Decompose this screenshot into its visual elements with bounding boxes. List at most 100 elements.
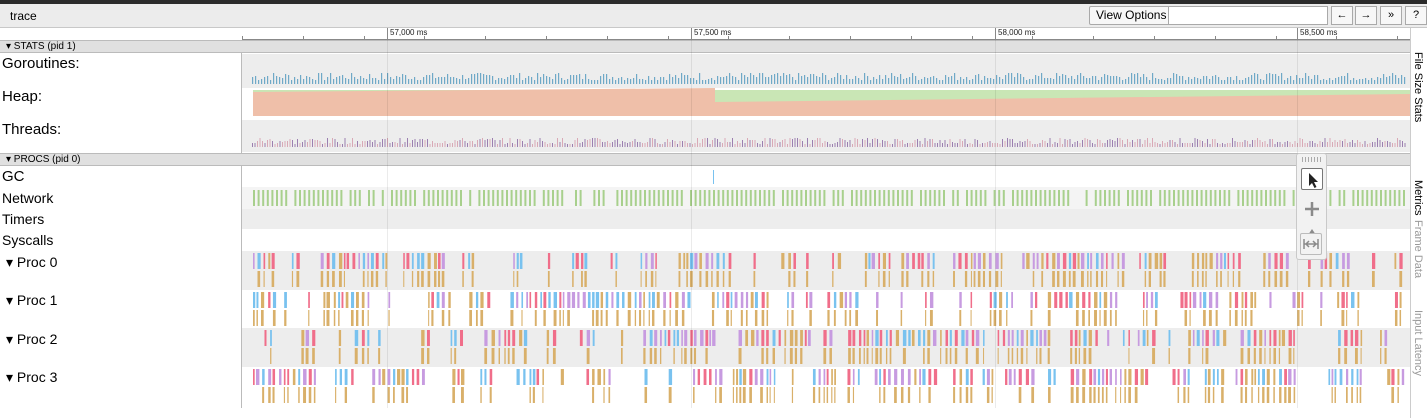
tab-input-latency[interactable]: Input Latency [1412,310,1424,376]
proc-slice [749,369,753,385]
goroutine-count-bar [1011,73,1013,84]
proc-slice [921,253,924,269]
proc0-label[interactable]: ▾ Proc 0 [0,254,242,271]
proc-sub-slice [272,310,276,326]
goroutine-count-bar [1188,77,1190,84]
goroutine-count-bar [552,79,554,84]
proc-sub-slice [434,271,437,287]
help-button[interactable]: ? [1405,6,1427,25]
proc-sub-slice [603,387,605,403]
proc-slice [397,369,401,385]
goroutine-count-bar [1401,75,1403,84]
proc-sub-slice [367,348,369,364]
proc-slice [460,369,465,385]
proc-slice [1059,292,1063,308]
proc-sub-slice [1088,348,1092,364]
proc-slice [543,292,547,308]
proc-sub-slice [1184,310,1188,326]
goroutine-count-bar [1056,73,1058,84]
tab-frame-data[interactable]: Frame Data [1412,220,1424,278]
proc-slice [970,292,973,308]
goroutine-count-bar [522,80,524,84]
search-input[interactable] [1168,6,1328,25]
proc-sub-slice [1334,387,1336,403]
goroutine-count-bar [870,80,872,84]
thread-count-bar [662,144,663,147]
procs-section-header[interactable]: ▾ PROCS (pid 0) [0,153,1410,166]
goroutine-count-bar [621,77,623,84]
proc-sub-slice [1124,387,1126,403]
tab-file-size-stats[interactable]: File Size Stats [1412,52,1424,122]
proc-sub-slice [959,387,962,403]
thread-count-bar [1147,138,1148,147]
goroutine-count-bar [603,74,605,84]
proc-sub-slice [372,387,375,403]
next-result-button[interactable]: → [1355,6,1377,25]
stats-section-header[interactable]: ▾ STATS (pid 1) [0,40,1410,53]
view-options-button[interactable]: View Options [1089,6,1174,25]
proc-sub-slice [1253,348,1256,364]
proc-slice [831,369,833,385]
thread-count-bar [927,141,928,147]
proc-sub-slice [1240,387,1243,403]
thread-count-bar [332,138,333,147]
thread-count-bar [1292,144,1293,147]
proc2-label[interactable]: ▾ Proc 2 [0,331,242,348]
thread-count-bar [1344,139,1346,147]
thread-count-bar [679,141,681,147]
proc-slice [1043,330,1047,346]
tab-metrics[interactable]: Metrics [1412,180,1424,215]
proc-sub-slice [925,310,927,326]
goroutine-count-bar [900,74,902,84]
network-event [496,190,499,206]
thread-count-bar [872,139,873,147]
proc-sub-slice [906,271,909,287]
proc-slice [740,292,744,308]
goroutine-count-bar [426,75,428,84]
prev-result-button[interactable]: ← [1331,6,1353,25]
goroutine-count-bar [1287,78,1289,84]
thread-count-bar [477,140,478,147]
thread-count-bar [1017,143,1018,147]
proc-slice [739,369,742,385]
drag-grip[interactable] [1302,157,1321,162]
proc-sub-slice [760,387,763,403]
proc1-label[interactable]: ▾ Proc 1 [0,292,242,309]
thread-count-bar [389,143,391,147]
proc-sub-slice [669,310,671,326]
ruler-minor-tick [546,36,547,39]
thread-count-bar [1122,140,1123,147]
network-event [1205,190,1208,206]
proc-slice [1394,253,1397,269]
thread-count-bar [782,140,783,147]
proc-sub-slice [1257,387,1260,403]
ruler-minor-tick [607,36,608,39]
proc-slice [823,369,826,385]
proc-slice [592,369,595,385]
proc-slice [313,369,316,385]
goroutine-count-bar [684,75,686,84]
pointer-icon[interactable] [1301,168,1323,190]
proc3-label[interactable]: ▾ Proc 3 [0,369,242,386]
network-event [979,190,982,206]
goroutine-count-bar [798,73,800,84]
proc-slice [600,292,604,308]
pan-icon[interactable] [1301,198,1323,220]
network-event [1384,190,1387,206]
thread-count-bar [319,141,321,147]
proc-slice [717,292,719,308]
proc-slice [1008,369,1012,385]
goroutine-count-bar [438,77,440,84]
proc-slice [1187,369,1190,385]
proc-slice [1240,330,1244,346]
proc-sub-slice [652,310,655,326]
more-button[interactable]: » [1380,6,1402,25]
proc-sub-slice [668,387,672,403]
proc-slice [519,330,523,346]
network-event [754,190,757,206]
goroutine-count-bar [1098,80,1100,84]
timing-icon[interactable] [1300,233,1322,255]
proc-sub-slice [480,387,482,403]
proc-slice [756,330,759,346]
proc-slice [608,369,611,385]
